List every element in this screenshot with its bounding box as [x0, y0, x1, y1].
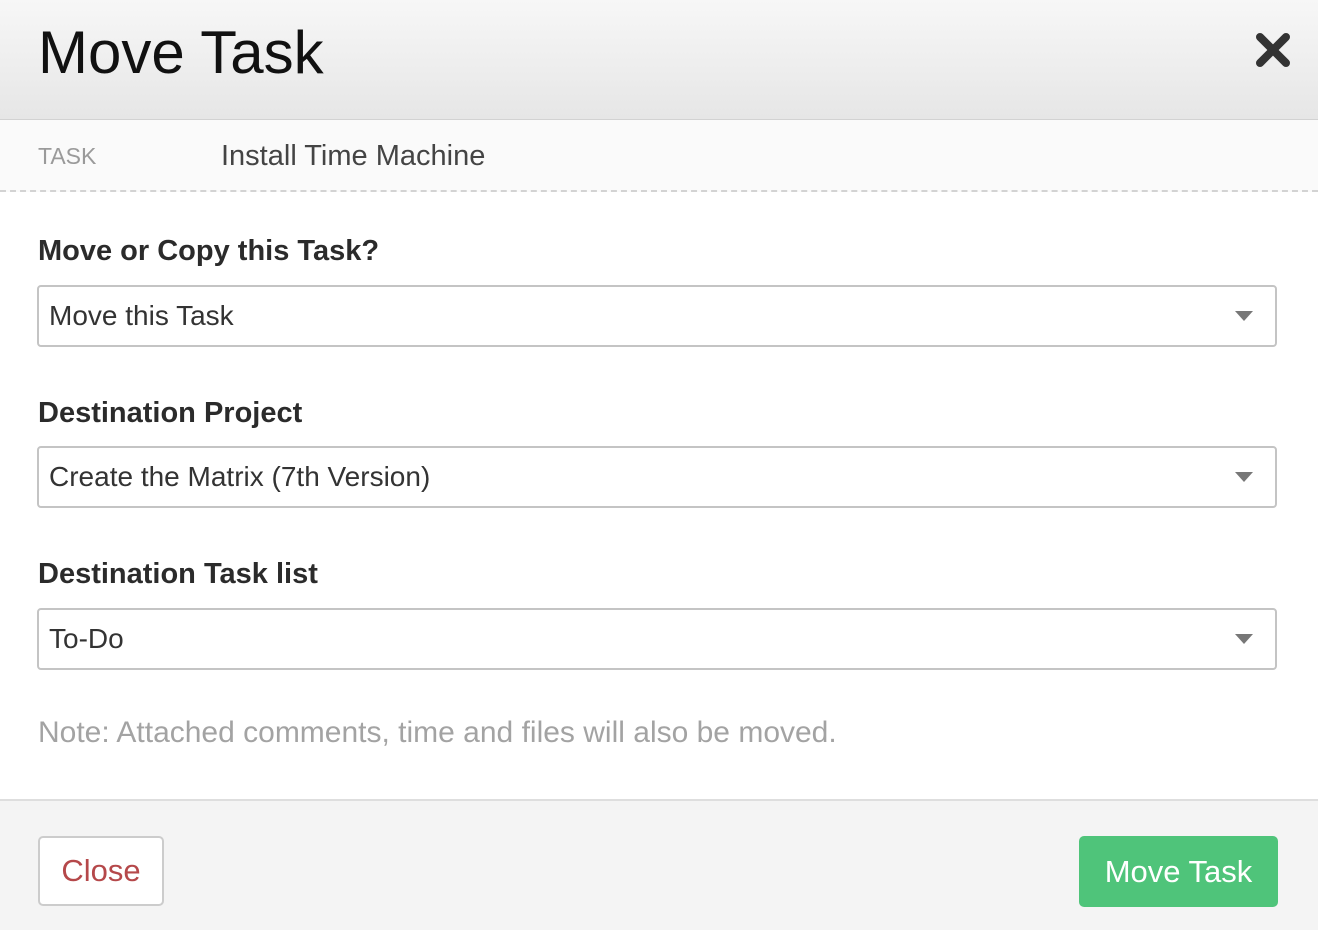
chevron-down-icon	[1235, 634, 1253, 644]
chevron-down-icon	[1235, 311, 1253, 321]
move-or-copy-value: Move this Task	[49, 300, 234, 331]
close-button[interactable]: Close	[38, 836, 164, 906]
dialog-footer: Close Move Task	[0, 799, 1318, 930]
move-or-copy-label: Move or Copy this Task?	[38, 235, 380, 267]
destination-task-list-label: Destination Task list	[38, 558, 318, 590]
destination-task-list-value: To-Do	[49, 623, 124, 654]
task-name: Install Time Machine	[221, 140, 486, 172]
move-or-copy-select[interactable]: Move this Task	[37, 285, 1277, 347]
chevron-down-icon	[1235, 472, 1253, 482]
move-task-button[interactable]: Move Task	[1079, 836, 1278, 907]
move-note: Note: Attached comments, time and files …	[38, 716, 837, 749]
destination-project-label: Destination Project	[38, 397, 303, 429]
move-task-dialog: Move Task TASK Install Time Machine Move…	[0, 0, 1318, 930]
close-x-icon[interactable]	[1252, 29, 1294, 71]
destination-task-list-select[interactable]: To-Do	[37, 608, 1277, 670]
task-label: TASK	[38, 143, 97, 169]
destination-project-select[interactable]: Create the Matrix (7th Version)	[37, 446, 1277, 508]
task-info-row: TASK Install Time Machine	[0, 120, 1318, 192]
dialog-title: Move Task	[38, 19, 324, 86]
dialog-header: Move Task	[0, 0, 1318, 120]
destination-project-value: Create the Matrix (7th Version)	[49, 461, 431, 492]
